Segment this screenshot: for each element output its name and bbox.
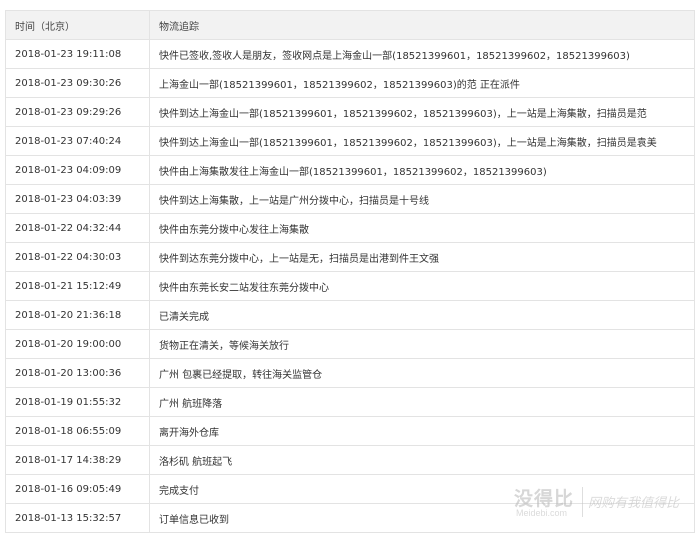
row-time: 2018-01-23 09:29:26 <box>5 97 150 127</box>
row-time: 2018-01-16 09:05:49 <box>5 474 150 504</box>
watermark: 没得比 Meidebi.com 网购有我值得比 <box>512 484 698 524</box>
row-status: 快件已签收,签收人是朋友，签收网点是上海金山一部(18521399601，185… <box>149 39 695 69</box>
time-column-header: 时间（北京） <box>5 10 150 40</box>
watermark-domain: Meidebi.com <box>516 508 568 518</box>
table-row: 2018-01-23 07:40:24 快件到达上海金山一部(1852139960… <box>5 126 695 156</box>
table-row: 2018-01-22 04:30:03 快件到达东莞分拨中心，上一站是无，扫描员是… <box>5 242 695 272</box>
table-row: 2018-01-23 09:30:26 上海金山一部(18521399601，18… <box>5 68 695 98</box>
tracking-body: 2018-01-23 19:11:08 快件已签收,签收人是朋友，签收网点是上海金… <box>5 39 695 533</box>
row-status: 广州 航班降落 <box>149 387 695 417</box>
table-row: 2018-01-22 04:32:44 快件由东莞分拨中心发往上海集散 <box>5 213 695 243</box>
table-row: 2018-01-23 09:29:26 快件到达上海金山一部(1852139960… <box>5 97 695 127</box>
row-status: 货物正在清关，等候海关放行 <box>149 329 695 359</box>
row-status: 快件由东莞分拨中心发往上海集散 <box>149 213 695 243</box>
row-time: 2018-01-22 04:32:44 <box>5 213 150 243</box>
table-row: 2018-01-23 19:11:08 快件已签收,签收人是朋友，签收网点是上海金… <box>5 39 695 69</box>
row-time: 2018-01-18 06:55:09 <box>5 416 150 446</box>
row-time: 2018-01-13 15:32:57 <box>5 503 150 533</box>
table-row: 2018-01-18 06:55:09 离开海外仓库 <box>5 416 695 446</box>
row-status: 快件由东莞长安二站发往东莞分拨中心 <box>149 271 695 301</box>
row-status: 快件由上海集散发往上海金山一部(18521399601，18521399602，… <box>149 155 695 185</box>
tracking-table: 时间（北京） 物流追踪 2018-01-23 19:11:08 快件已签收,签收人… <box>5 10 695 533</box>
row-time: 2018-01-20 13:00:36 <box>5 358 150 388</box>
table-row: 2018-01-23 04:03:39 快件到达上海集散，上一站是广州分拨中心，扫… <box>5 184 695 214</box>
row-status: 快件到达上海金山一部(18521399601，18521399602，18521… <box>149 97 695 127</box>
row-status: 上海金山一部(18521399601，18521399602，185213996… <box>149 68 695 98</box>
watermark-logo: 没得比 <box>514 488 575 510</box>
table-row: 2018-01-21 15:12:49 快件由东莞长安二站发往东莞分拨中心 <box>5 271 695 301</box>
row-time: 2018-01-19 01:55:32 <box>5 387 150 417</box>
row-time: 2018-01-21 15:12:49 <box>5 271 150 301</box>
row-status: 已清关完成 <box>149 300 695 330</box>
row-time: 2018-01-23 09:30:26 <box>5 68 150 98</box>
row-time: 2018-01-23 19:11:08 <box>5 39 150 69</box>
row-time: 2018-01-20 21:36:18 <box>5 300 150 330</box>
row-status: 快件到达东莞分拨中心，上一站是无，扫描员是出港到件王文强 <box>149 242 695 272</box>
row-status: 快件到达上海集散，上一站是广州分拨中心，扫描员是十号线 <box>149 184 695 214</box>
row-time: 2018-01-23 04:09:09 <box>5 155 150 185</box>
tracking-column-header: 物流追踪 <box>149 10 695 40</box>
row-status: 快件到达上海金山一部(18521399601，18521399602，18521… <box>149 126 695 156</box>
table-header-row: 时间（北京） 物流追踪 <box>5 10 695 40</box>
row-status: 广州 包裹已经提取，转往海关监管仓 <box>149 358 695 388</box>
row-status: 洛杉矶 航班起飞 <box>149 445 695 475</box>
table-row: 2018-01-23 04:09:09 快件由上海集散发往上海金山一部(18521… <box>5 155 695 185</box>
table-row: 2018-01-19 01:55:32 广州 航班降落 <box>5 387 695 417</box>
table-row: 2018-01-17 14:38:29 洛杉矶 航班起飞 <box>5 445 695 475</box>
table-row: 2018-01-20 13:00:36 广州 包裹已经提取，转往海关监管仓 <box>5 358 695 388</box>
row-status: 离开海外仓库 <box>149 416 695 446</box>
watermark-divider <box>582 487 583 517</box>
row-time: 2018-01-17 14:38:29 <box>5 445 150 475</box>
row-time: 2018-01-22 04:30:03 <box>5 242 150 272</box>
row-time: 2018-01-23 04:03:39 <box>5 184 150 214</box>
watermark-slogan: 网购有我值得比 <box>588 496 680 511</box>
table-row: 2018-01-20 19:00:00 货物正在清关，等候海关放行 <box>5 329 695 359</box>
row-time: 2018-01-23 07:40:24 <box>5 126 150 156</box>
row-time: 2018-01-20 19:00:00 <box>5 329 150 359</box>
table-row: 2018-01-20 21:36:18 已清关完成 <box>5 300 695 330</box>
